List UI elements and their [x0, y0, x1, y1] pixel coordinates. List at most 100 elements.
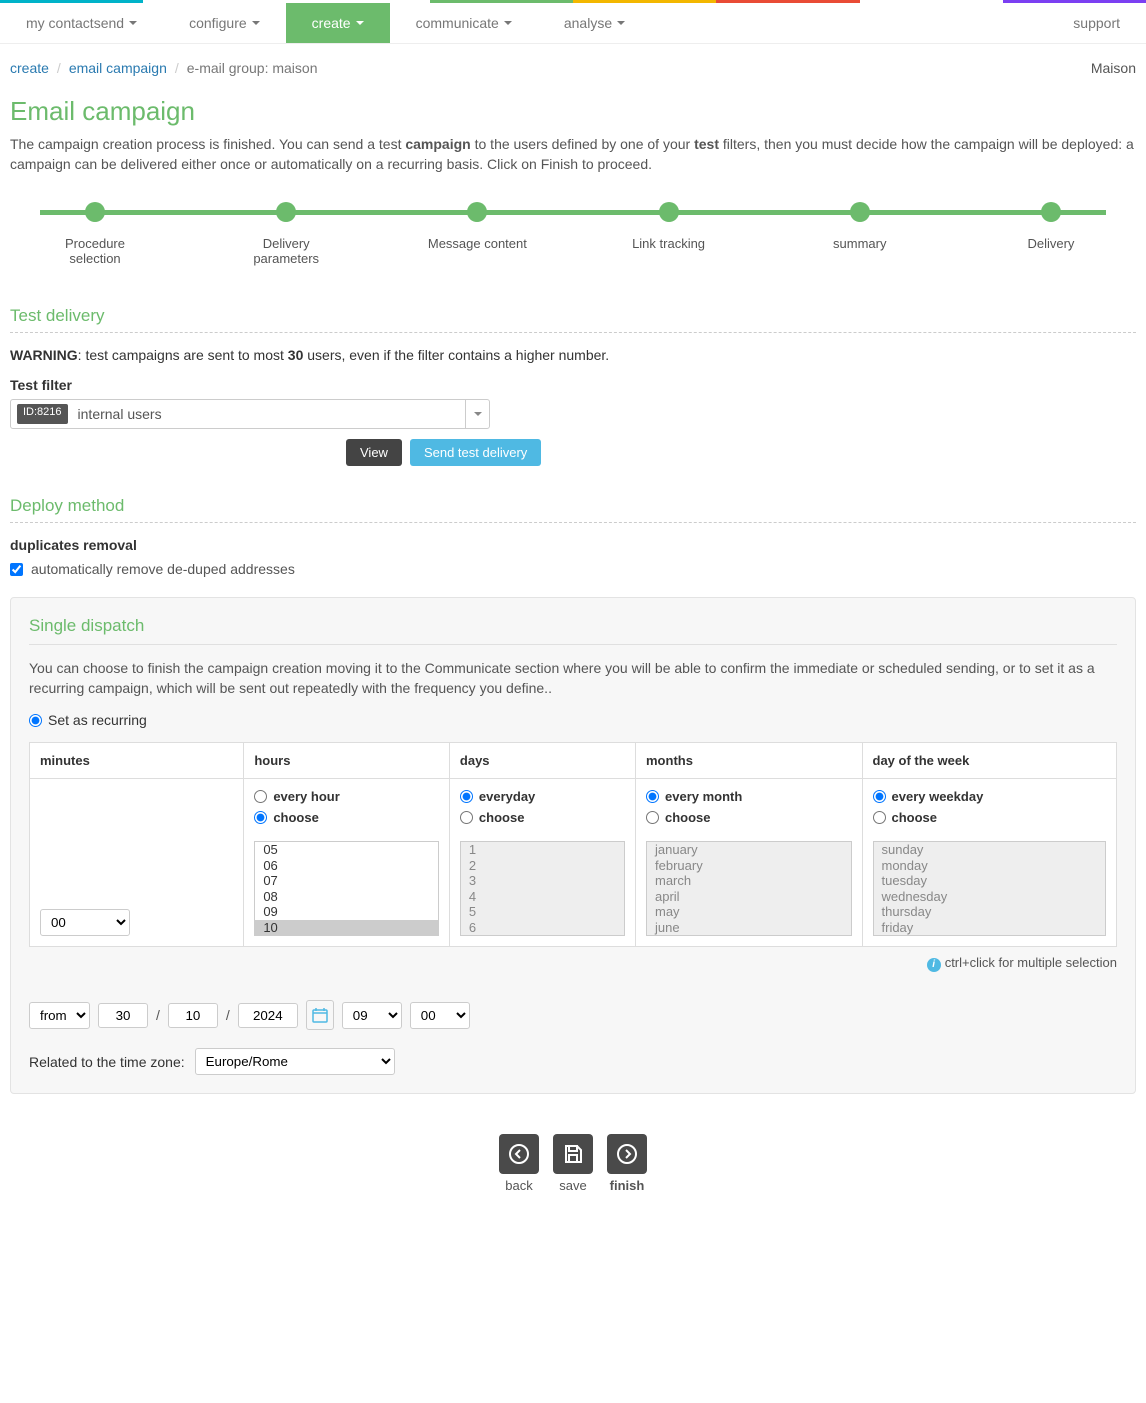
set-recurring-radio[interactable]: [29, 714, 42, 727]
list-item[interactable]: 10: [255, 920, 438, 936]
arrow-right-icon: [607, 1134, 647, 1174]
single-dispatch-panel: Single dispatch You can choose to finish…: [10, 597, 1136, 1094]
from-hour-select[interactable]: 09: [342, 1002, 402, 1029]
breadcrumb: create / email campaign / e-mail group: …: [10, 52, 1136, 84]
set-recurring-label: Set as recurring: [48, 712, 147, 728]
section-test-delivery: Test delivery: [10, 306, 1136, 333]
timezone-label: Related to the time zone:: [29, 1054, 185, 1070]
list-item: monday: [874, 858, 1106, 874]
from-month-input[interactable]: [168, 1003, 218, 1028]
save-icon: [553, 1134, 593, 1174]
from-select[interactable]: from: [29, 1002, 90, 1029]
step-message-content: Message content: [422, 202, 532, 266]
section-deploy-method: Deploy method: [10, 496, 1136, 523]
step-delivery: Delivery: [996, 202, 1106, 266]
duplicates-label: duplicates removal: [10, 537, 1136, 553]
filter-id-badge: ID:8216: [17, 404, 68, 424]
nav-support[interactable]: support: [1047, 3, 1146, 43]
step-link-tracking: Link tracking: [614, 202, 724, 266]
list-item[interactable]: 07: [255, 873, 438, 889]
col-day-of-the-week: day of the week: [862, 743, 1117, 779]
step-procedure-selection: Procedure selection: [40, 202, 150, 266]
nav-communicate[interactable]: communicate: [390, 3, 538, 43]
calendar-icon[interactable]: [306, 1000, 334, 1030]
finish-button[interactable]: finish: [607, 1134, 647, 1193]
page-title: Email campaign: [10, 96, 1136, 127]
nav-create[interactable]: create: [286, 3, 390, 43]
breadcrumb-email-campaign[interactable]: email campaign: [69, 60, 167, 76]
list-item: sunday: [874, 842, 1106, 858]
warning-text: WARNING: test campaigns are sent to most…: [10, 347, 1136, 363]
back-button[interactable]: back: [499, 1134, 539, 1193]
chevron-down-icon: [252, 21, 260, 25]
days-choose-radio[interactable]: [460, 811, 473, 824]
dedupe-label: automatically remove de-duped addresses: [31, 561, 295, 577]
info-icon: i: [927, 958, 941, 972]
from-day-input[interactable]: [98, 1003, 148, 1028]
hours-choose-radio[interactable]: [254, 811, 267, 824]
list-item: friday: [874, 920, 1106, 936]
send-test-button[interactable]: Send test delivery: [410, 439, 541, 466]
test-filter-select[interactable]: ID:8216 internal users: [10, 399, 490, 429]
step-delivery-parameters: Delivery parameters: [231, 202, 341, 266]
dow-every-radio[interactable]: [873, 790, 886, 803]
list-item[interactable]: 05: [255, 842, 438, 858]
single-dispatch-title: Single dispatch: [29, 616, 1117, 645]
list-item[interactable]: 09: [255, 904, 438, 920]
single-dispatch-desc: You can choose to finish the campaign cr…: [29, 659, 1117, 698]
dow-choose-radio[interactable]: [873, 811, 886, 824]
breadcrumb-create[interactable]: create: [10, 60, 49, 76]
breadcrumb-account: Maison: [1091, 60, 1136, 76]
chevron-down-icon: [504, 21, 512, 25]
list-item: tuesday: [874, 873, 1106, 889]
days-every-radio[interactable]: [460, 790, 473, 803]
breadcrumb-current: e-mail group: maison: [187, 60, 318, 76]
list-item: january: [647, 842, 851, 858]
list-item: march: [647, 873, 851, 889]
step-summary: summary: [805, 202, 915, 266]
months-choose-radio[interactable]: [646, 811, 659, 824]
multi-select-hint: ictrl+click for multiple selection: [29, 955, 1117, 972]
filter-name: internal users: [74, 400, 465, 428]
chevron-down-icon: [617, 21, 625, 25]
list-item[interactable]: 06: [255, 858, 438, 874]
nav-configure[interactable]: configure: [163, 3, 286, 43]
intro-text: The campaign creation process is finishe…: [10, 135, 1136, 174]
from-year-input[interactable]: [238, 1003, 298, 1028]
months-listbox: januaryfebruarymarchaprilmayjune: [646, 841, 852, 936]
list-item: june: [647, 920, 851, 936]
dedupe-checkbox[interactable]: [10, 563, 23, 576]
list-item[interactable]: 11: [255, 935, 438, 936]
list-item: may: [647, 904, 851, 920]
list-item[interactable]: 08: [255, 889, 438, 905]
months-every-radio[interactable]: [646, 790, 659, 803]
hours-listbox[interactable]: 05060708091011: [254, 841, 439, 936]
wizard-steps: Procedure selection Delivery parameters Me…: [40, 202, 1106, 266]
dow-listbox: sundaymondaytuesdaywednesdaythursdayfrid…: [873, 841, 1107, 936]
timezone-select[interactable]: Europe/Rome: [195, 1048, 395, 1075]
nav-analyse[interactable]: analyse: [538, 3, 651, 43]
minutes-select[interactable]: 00: [40, 909, 130, 936]
chevron-down-icon: [356, 21, 364, 25]
list-item: 5: [461, 904, 624, 920]
days-listbox: 123456: [460, 841, 625, 936]
list-item: 1: [461, 842, 624, 858]
hours-every-radio[interactable]: [254, 790, 267, 803]
col-hours: hours: [244, 743, 450, 779]
chevron-down-icon: [129, 21, 137, 25]
list-item: 6: [461, 920, 624, 936]
chevron-down-icon[interactable]: [465, 400, 489, 428]
schedule-table: minuteshoursdaysmonthsday of the week 00…: [29, 742, 1117, 947]
save-button[interactable]: save: [553, 1134, 593, 1193]
col-days: days: [449, 743, 635, 779]
breadcrumb-sep: /: [175, 60, 179, 76]
arrow-left-icon: [499, 1134, 539, 1174]
col-minutes: minutes: [30, 743, 244, 779]
view-button[interactable]: View: [346, 439, 402, 466]
list-item: 2: [461, 858, 624, 874]
list-item: thursday: [874, 904, 1106, 920]
from-min-select[interactable]: 00: [410, 1002, 470, 1029]
breadcrumb-sep: /: [57, 60, 61, 76]
nav-my-contactsend[interactable]: my contactsend: [0, 3, 163, 43]
test-filter-label: Test filter: [10, 377, 1136, 393]
